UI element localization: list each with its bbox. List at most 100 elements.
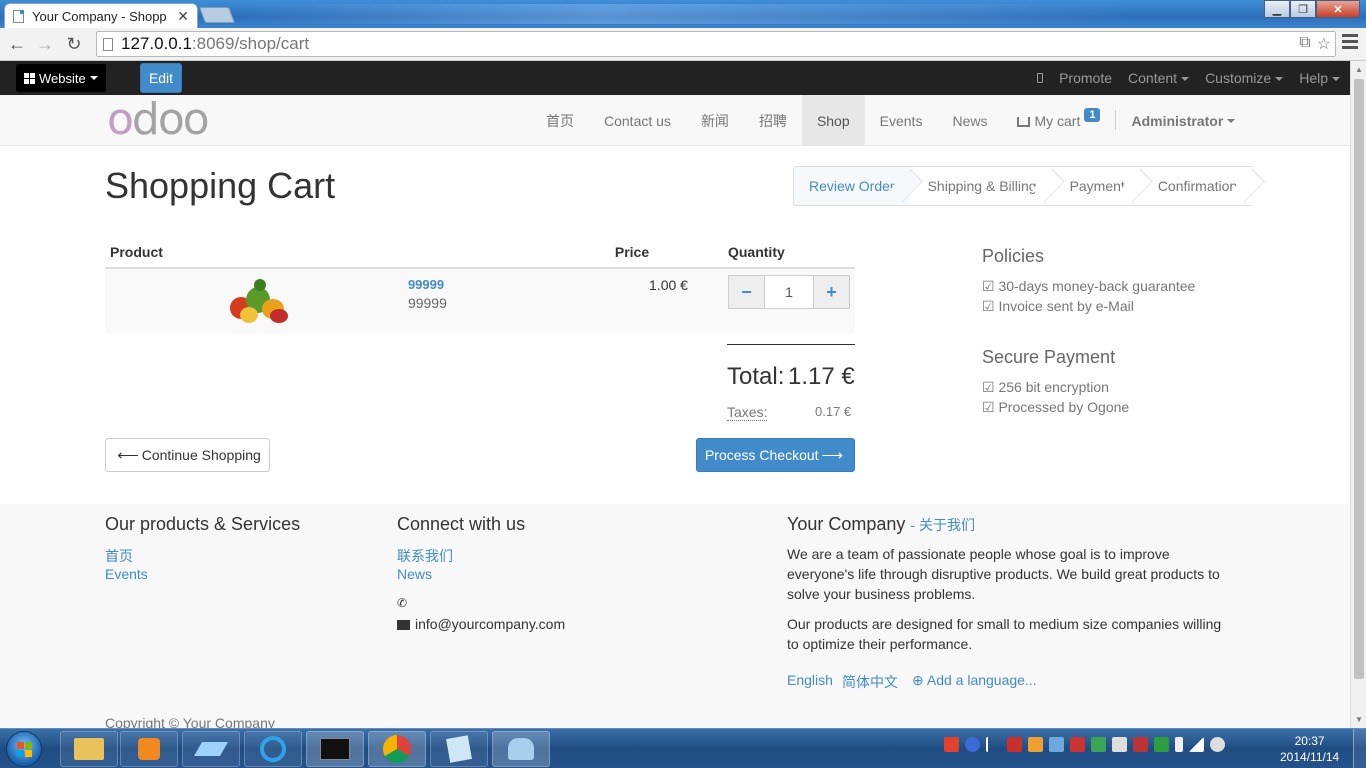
footer-connect-heading: Connect with us	[397, 514, 526, 534]
page-scrollbar[interactable]: ▲ ▼	[1350, 61, 1366, 728]
windows-taskbar: 20:37 2014/11/14	[0, 728, 1366, 768]
edit-button[interactable]: Edit	[140, 63, 182, 93]
product-price: 1.00 €	[609, 268, 723, 333]
nav-item-contact-us[interactable]: Contact us	[589, 95, 686, 146]
minimize-icon[interactable]: ▁	[1264, 0, 1290, 18]
quantity-stepper: − +	[727, 275, 850, 309]
wizard-step-payment: Payment	[1051, 166, 1153, 206]
translate-icon[interactable]: ⧉	[1299, 34, 1310, 54]
reload-icon[interactable]: ↻	[63, 33, 85, 55]
footer-products-paragraph: Our products are designed for small to m…	[787, 616, 1222, 652]
odoo-admin-bar: Website Edit Promote Content Customize H…	[0, 61, 1350, 95]
keyboard-icon[interactable]	[1112, 737, 1127, 752]
chrome-taskbar-icon[interactable]	[368, 731, 426, 767]
show-desktop-button[interactable]	[1353, 729, 1366, 768]
tab-close-icon[interactable]: ✕	[177, 8, 189, 25]
error-icon[interactable]	[1070, 737, 1085, 752]
scroll-up-icon[interactable]: ▲	[1355, 65, 1363, 74]
signal-icon[interactable]	[1189, 737, 1204, 752]
nav-item-events[interactable]: Events	[865, 95, 938, 146]
language-english[interactable]: English	[787, 672, 833, 688]
scrollbar-thumb[interactable]	[1354, 79, 1364, 679]
nav-item-shop[interactable]: Shop	[801, 95, 865, 146]
phone-icon: ✆	[397, 596, 408, 610]
footer-products-heading: Our products & Services	[105, 514, 301, 534]
battery-icon[interactable]	[1175, 737, 1183, 752]
nav-item-home[interactable]: 首页	[531, 95, 589, 146]
product-description: 99999	[407, 295, 447, 311]
about-us-link[interactable]: - 关于我们	[910, 517, 975, 533]
page-viewport: Website Edit Promote Content Customize H…	[0, 61, 1350, 728]
window-titlebar: Your Company - Shopp ✕ ▁ ❐ ✕	[0, 0, 1366, 29]
footer-link-events[interactable]: Events	[105, 566, 148, 582]
website-menu-button[interactable]: Website	[16, 64, 106, 92]
close-window-icon[interactable]: ✕	[1316, 0, 1360, 18]
content-menu[interactable]: Content	[1128, 70, 1190, 86]
mobile-preview-icon[interactable]	[1037, 73, 1044, 83]
internet-explorer-taskbar-icon[interactable]	[244, 731, 302, 767]
maximize-icon[interactable]: ❐	[1290, 0, 1316, 18]
page-icon	[13, 10, 24, 23]
tab-title: Your Company - Shopp	[32, 9, 167, 24]
checkout-wizard: Review Order Shipping & Billing Payment …	[793, 166, 1266, 206]
contacts-taskbar-icon[interactable]	[492, 731, 550, 767]
scroll-down-icon[interactable]: ▼	[1355, 715, 1363, 724]
language-chinese[interactable]: 简体中文	[842, 672, 898, 692]
tool-icon[interactable]	[1028, 737, 1043, 752]
url-host: 127.0.0.1	[121, 34, 192, 53]
policy-item: ☑ Invoice sent by e-Mail	[982, 298, 1134, 314]
decrease-quantity-button[interactable]: −	[727, 275, 765, 309]
erp-icon[interactable]	[1133, 737, 1148, 752]
footer-link-contact[interactable]: 联系我们	[397, 546, 453, 566]
hamburger-menu-icon[interactable]	[1342, 34, 1358, 50]
add-language-link[interactable]: ⊕ Add a language...	[912, 672, 1037, 689]
sogou-ime-icon[interactable]	[944, 737, 959, 752]
footer-email[interactable]: info@yourcompany.com	[397, 614, 565, 634]
continue-shopping-button[interactable]: ⟵ Continue Shopping	[105, 438, 270, 472]
forward-arrow-icon[interactable]: →	[34, 33, 56, 55]
network-manager-icon[interactable]	[1049, 737, 1064, 752]
security-shield-icon[interactable]	[1154, 737, 1169, 752]
nav-item-news-zh[interactable]: 新闻	[686, 95, 744, 146]
footer-link-news[interactable]: News	[397, 566, 432, 582]
windows-logo-icon	[24, 72, 35, 84]
quantity-input[interactable]	[764, 275, 813, 309]
help-icon[interactable]	[965, 737, 980, 752]
nav-item-my-cart[interactable]: My cart 1	[1002, 95, 1115, 146]
tray-arrow-icon[interactable]	[986, 737, 1001, 752]
browser-tab[interactable]: Your Company - Shopp ✕	[4, 3, 198, 29]
volume-icon[interactable]	[1210, 737, 1225, 752]
promote-menu[interactable]: Promote	[1059, 70, 1112, 86]
nav-item-jobs[interactable]: 招聘	[744, 95, 802, 146]
payment-item: ☑ Processed by Ogone	[982, 399, 1130, 415]
new-tab-button[interactable]	[199, 7, 235, 23]
odoo-logo[interactable]: o doo	[107, 98, 210, 142]
caret-down-icon	[89, 76, 98, 80]
command-prompt-taskbar-icon[interactable]	[306, 731, 364, 767]
increase-quantity-button[interactable]: +	[812, 275, 850, 309]
cart-count-badge: 1	[1084, 107, 1101, 122]
user-menu[interactable]: Administrator	[1116, 95, 1250, 146]
product-name-link[interactable]: 99999	[408, 277, 605, 292]
bookmark-star-icon[interactable]: ☆	[1317, 34, 1331, 54]
update-icon[interactable]	[1091, 737, 1106, 752]
nav-item-news[interactable]: News	[937, 95, 1002, 146]
browser-toolbar: ← → ↻ 127.0.0.1:8069/shop/cart ⧉ ☆	[0, 28, 1366, 61]
taskbar-clock[interactable]: 20:37 2014/11/14	[1280, 733, 1339, 765]
explorer-taskbar-icon[interactable]	[60, 731, 118, 767]
back-arrow-icon[interactable]: ←	[6, 33, 28, 55]
app-bird-taskbar-icon[interactable]	[182, 731, 240, 767]
pdf-icon[interactable]	[1007, 737, 1022, 752]
product-image[interactable]	[226, 277, 292, 325]
footer-link-home[interactable]: 首页	[105, 546, 133, 566]
media-player-taskbar-icon[interactable]	[120, 731, 178, 767]
help-menu[interactable]: Help	[1299, 70, 1340, 86]
notes-taskbar-icon[interactable]	[430, 731, 488, 767]
address-bar[interactable]: 127.0.0.1:8069/shop/cart ⧉ ☆	[96, 31, 1336, 57]
process-checkout-button[interactable]: Process Checkout ⟶	[696, 438, 855, 472]
customize-menu[interactable]: Customize	[1205, 70, 1284, 86]
start-button[interactable]	[6, 731, 42, 767]
footer: Our products & Services 首页 Events Connec…	[0, 504, 1350, 728]
taxes-label: Taxes:	[727, 404, 768, 421]
table-row: 99999 99999 1.00 € − +	[105, 268, 855, 333]
